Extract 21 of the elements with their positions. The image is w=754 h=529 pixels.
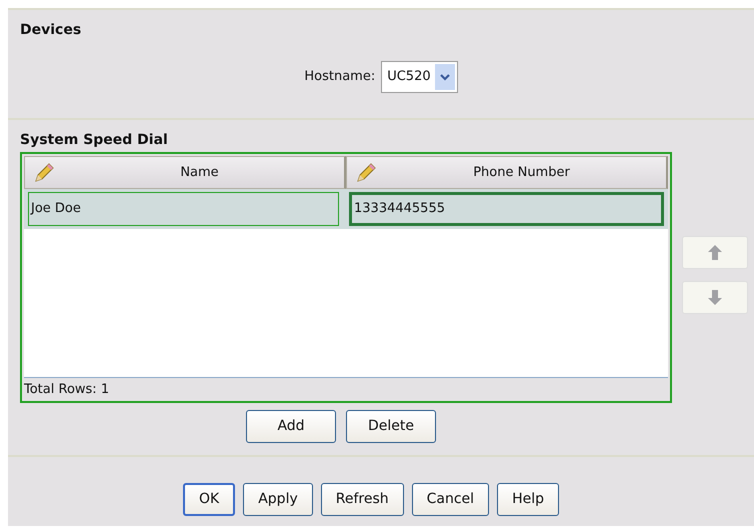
column-header[interactable]: Name (24, 156, 346, 189)
dialog-button[interactable]: Help (497, 483, 559, 516)
pencil-icon (355, 162, 377, 184)
column-header[interactable]: Phone Number (346, 156, 668, 189)
hostname-dropdown[interactable]: UC520 (381, 61, 458, 93)
table-action-button[interactable]: Delete (346, 410, 436, 443)
row-count: Total Rows: 1 (23, 380, 110, 398)
pencil-icon (33, 162, 55, 184)
table-action-button[interactable]: Add (246, 410, 336, 443)
dialog-button[interactable]: OK (183, 483, 236, 516)
dialog-button[interactable]: Refresh (320, 483, 404, 516)
down-arrow-icon (707, 289, 723, 306)
table-row[interactable]: Joe Doe 13334445555 (24, 189, 668, 229)
section-title: Devices (8, 8, 754, 42)
up-arrow-icon (707, 244, 723, 261)
dialog-button[interactable]: Cancel (412, 483, 490, 516)
field-label: Hostname: (304, 68, 376, 86)
caret-icon (440, 74, 450, 80)
table-cell[interactable]: 13334445555 (349, 192, 664, 226)
dialog-button[interactable]: Apply (243, 483, 313, 516)
table-cell[interactable]: Joe Doe (28, 192, 339, 226)
